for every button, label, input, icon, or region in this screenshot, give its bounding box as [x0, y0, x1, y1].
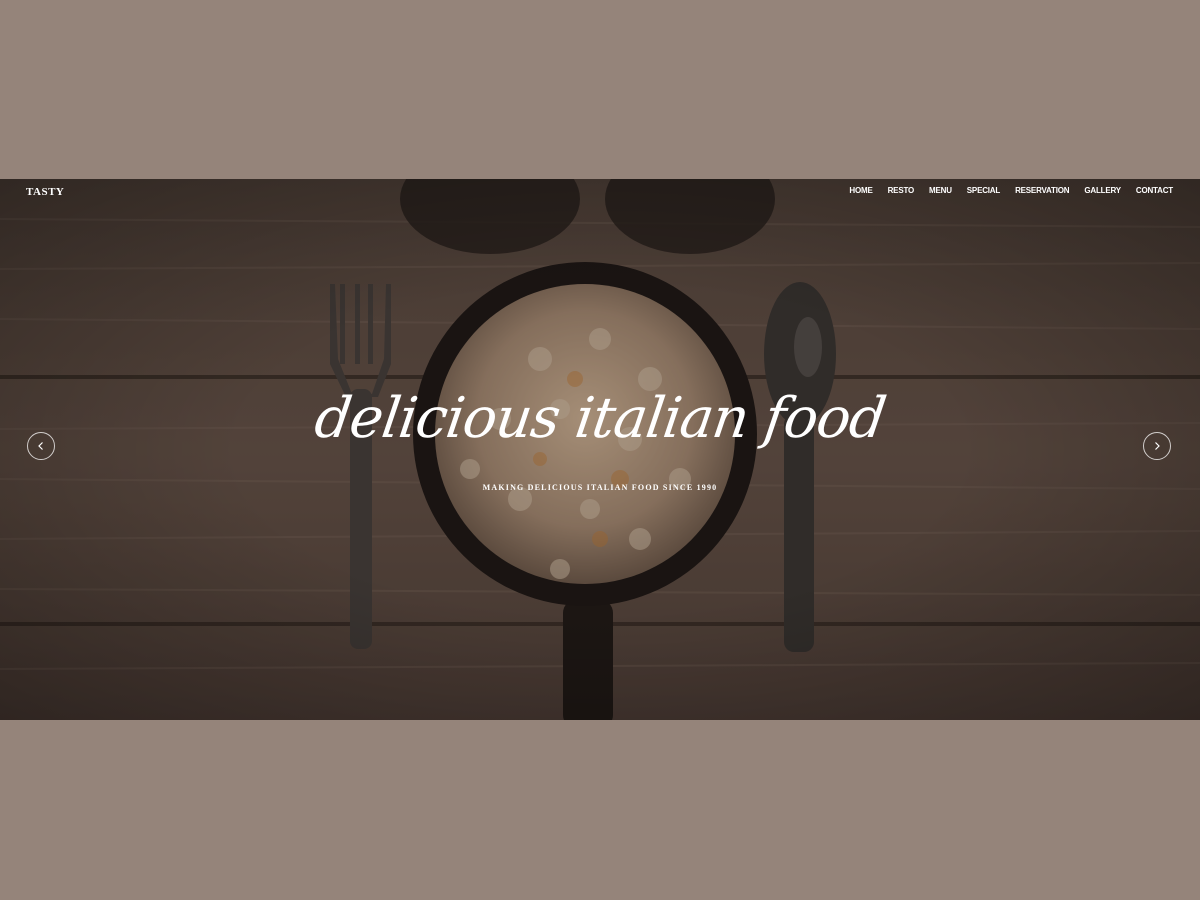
page: TASTY HOME RESTO MENU SPECIAL RESERVATIO…: [0, 0, 1200, 900]
nav-item-special[interactable]: SPECIAL: [967, 186, 1000, 195]
slider-next-button[interactable]: [1143, 432, 1171, 460]
slider-prev-button[interactable]: [27, 432, 55, 460]
chevron-right-icon: [1155, 442, 1160, 450]
nav-item-gallery[interactable]: GALLERY: [1084, 186, 1121, 195]
nav-item-menu[interactable]: MENU: [929, 186, 952, 195]
main-nav: HOME RESTO MENU SPECIAL RESERVATION GALL…: [849, 186, 1173, 195]
nav-item-reservation[interactable]: RESERVATION: [1015, 186, 1069, 195]
chevron-left-icon: [38, 442, 43, 450]
hero-headline: delicious italian food: [310, 386, 890, 451]
hero-subline: MAKING DELICIOUS ITALIAN FOOD SINCE 1990: [482, 483, 718, 492]
nav-item-home[interactable]: HOME: [849, 186, 872, 195]
hero-slider: TASTY HOME RESTO MENU SPECIAL RESERVATIO…: [0, 179, 1200, 720]
brand-logo[interactable]: TASTY: [26, 186, 64, 198]
nav-item-resto[interactable]: RESTO: [888, 186, 915, 195]
nav-item-contact[interactable]: CONTACT: [1136, 186, 1173, 195]
